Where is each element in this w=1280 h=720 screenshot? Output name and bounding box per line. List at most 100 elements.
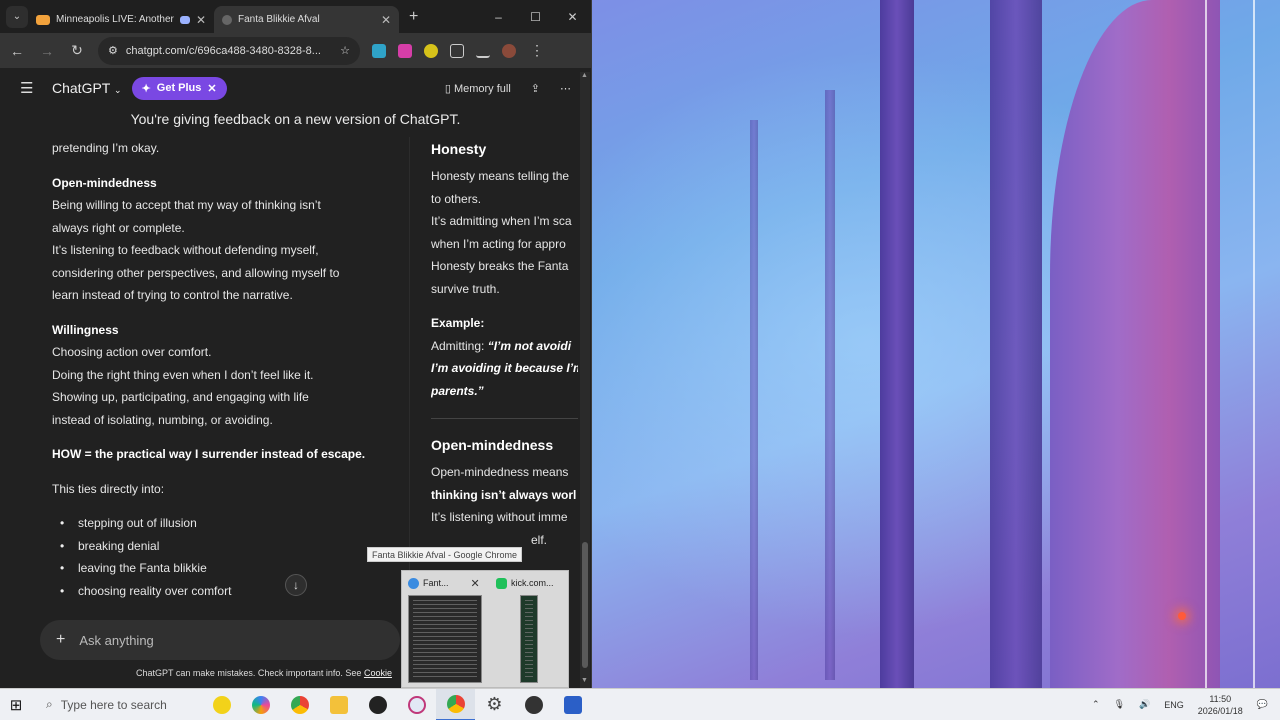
chrome-icon <box>408 577 419 589</box>
chevron-up-icon[interactable]: ⌃ <box>1092 699 1100 710</box>
tab-title: Fanta Blikkie Afval <box>238 14 320 25</box>
word-icon <box>563 695 582 714</box>
quote-line: “I’m not avoidi <box>487 338 572 353</box>
text-line: Doing the right thing even when I don’t … <box>52 367 314 382</box>
memory-label: Memory full <box>453 82 511 95</box>
close-preview-icon[interactable]: ✕ <box>471 577 480 590</box>
desktop-wallpaper <box>590 0 1280 688</box>
youtube-icon <box>36 14 50 25</box>
admit-label: Admitting: <box>431 338 485 353</box>
bookmark-star-icon[interactable]: ☆ <box>340 44 350 57</box>
back-icon[interactable]: ← <box>8 43 26 59</box>
how-statement: HOW = the practical way I surrender inst… <box>52 447 366 461</box>
browser-menu-icon[interactable]: ⋮ <box>528 42 546 59</box>
sidebar-toggle-icon[interactable]: ☰ <box>20 79 36 97</box>
taskbar-app-obs[interactable] <box>514 689 553 720</box>
text-line: It’s listening to feedback without defen… <box>52 243 319 257</box>
preview-item-fanta[interactable]: Fant... ✕ <box>408 575 480 591</box>
get-plus-button[interactable]: ✦ Get Plus ✕ <box>131 76 227 100</box>
maximize-button[interactable]: ☐ <box>517 10 554 24</box>
language-indicator[interactable]: ENG <box>1164 700 1184 710</box>
media-icon[interactable] <box>476 44 490 58</box>
kick-icon <box>496 577 507 589</box>
taskbar-app-sparkle[interactable] <box>202 689 241 720</box>
share-icon[interactable]: ⇪ <box>531 82 540 95</box>
taskbar-app-chrome-active[interactable] <box>436 688 475 720</box>
preview-thumbnail[interactable] <box>408 595 482 683</box>
taskbar-app-snipping[interactable] <box>397 689 436 720</box>
preview-thumbnail[interactable] <box>520 595 538 683</box>
forward-icon[interactable]: → <box>38 43 56 59</box>
wallpaper-tree <box>825 90 835 680</box>
preview-item-kick[interactable]: kick.com... <box>496 575 554 591</box>
memory-status[interactable]: ▯ Memory full <box>445 82 511 95</box>
list-item: stepping out of illusion <box>60 512 392 535</box>
tab-minneapolis[interactable]: Minneapolis LIVE: Another I ✕ <box>28 6 214 33</box>
taskbar-app-copilot[interactable] <box>241 689 280 720</box>
obs-icon <box>524 695 543 714</box>
composer[interactable]: + Ask anything <box>40 620 400 660</box>
cast-icon <box>179 15 190 24</box>
extension-icon[interactable] <box>398 43 412 58</box>
reload-icon[interactable]: ↻ <box>68 42 86 59</box>
example-label: Example: <box>431 316 485 330</box>
text-line: survive truth. <box>431 281 500 296</box>
tab-fanta[interactable]: Fanta Blikkie Afval ✕ <box>214 6 399 33</box>
text-line: thinking isn’t always worl <box>431 487 577 502</box>
chatgpt-icon <box>368 695 387 714</box>
text-line: considering other perspectives, and allo… <box>52 265 340 280</box>
windows-taskbar: ⊞ ⌕ Type here to search ⚙ ⌃ 🎙 🔊 ENG 11:5… <box>0 688 1280 720</box>
scroll-down-button[interactable]: ↓ <box>285 574 307 596</box>
close-window-button[interactable]: ✕ <box>554 10 591 24</box>
tab-search-button[interactable]: ⌄ <box>6 5 28 28</box>
scroll-up-arrow[interactable]: ▲ <box>581 72 588 79</box>
clock-time: 11:50 <box>1209 693 1232 704</box>
taskbar-app-word[interactable] <box>553 689 592 720</box>
preview-title: kick.com... <box>511 578 554 588</box>
more-options-icon[interactable]: ⋯ <box>560 82 571 95</box>
close-icon[interactable]: ✕ <box>207 82 216 95</box>
text-line: Being willing to accept that my way of t… <box>52 198 321 212</box>
close-tab-icon[interactable]: ✕ <box>381 13 391 27</box>
text-line: to others. <box>431 191 482 206</box>
new-tab-button[interactable]: + <box>409 8 418 26</box>
search-placeholder: Type here to search <box>60 697 167 712</box>
composer-input[interactable]: Ask anything <box>79 633 153 648</box>
preview-title: Fant... <box>423 578 449 588</box>
text-line: Choosing action over comfort. <box>52 345 212 359</box>
text-line: always right or complete. <box>52 220 185 235</box>
taskbar-app-explorer[interactable] <box>319 689 358 720</box>
system-tray: ⌃ 🎙 🔊 ENG 11:50 2026/01/18 💬 <box>1092 693 1280 717</box>
scroll-down-arrow[interactable]: ▼ <box>581 677 588 684</box>
extensions-puzzle-icon[interactable] <box>450 43 464 58</box>
taskbar-app-chatgpt[interactable] <box>358 689 397 720</box>
clock-date: 2026/01/18 <box>1197 705 1243 716</box>
header-actions: ▯ Memory full ⇪ ⋯ <box>445 82 571 95</box>
extension-icon[interactable] <box>372 43 386 58</box>
text-line: Showing up, participating, and engaging … <box>52 390 309 404</box>
microphone-icon[interactable]: 🎙 <box>1114 699 1125 710</box>
clock[interactable]: 11:50 2026/01/18 <box>1198 693 1243 717</box>
notification-icon[interactable]: 💬 <box>1257 699 1268 710</box>
scrollbar-thumb[interactable] <box>582 542 588 668</box>
windows-start-icon[interactable]: ⊞ <box>0 696 32 714</box>
arrow-down-icon: ↓ <box>293 578 299 592</box>
window-controls: – ☐ ✕ <box>480 0 591 33</box>
bullet-list: stepping out of illusion breaking denial… <box>52 512 392 602</box>
taskbar-app-settings[interactable]: ⚙ <box>475 689 514 720</box>
plus-icon[interactable]: + <box>56 631 65 649</box>
model-selector[interactable]: ChatGPT ⌄ <box>52 80 122 96</box>
extension-icon[interactable] <box>424 43 438 58</box>
page-scrollbar[interactable]: ▲ ▼ <box>580 72 590 688</box>
site-info-icon[interactable]: ⚙ <box>108 44 118 57</box>
disclaimer-text: ChatGPT can make mistakes. Check importa… <box>136 668 362 678</box>
minimize-button[interactable]: – <box>480 10 517 24</box>
cookie-link[interactable]: Cookie <box>364 668 392 678</box>
taskbar-app-chrome[interactable] <box>280 689 319 720</box>
profile-avatar-icon[interactable] <box>502 43 516 58</box>
taskbar-search[interactable]: ⌕ Type here to search <box>32 689 202 720</box>
volume-icon[interactable]: 🔊 <box>1139 699 1150 710</box>
address-bar[interactable]: ⚙ chatgpt.com/c/696ca488-3480-8328-8... … <box>98 36 360 65</box>
close-tab-icon[interactable]: ✕ <box>196 13 206 27</box>
quote-line: parents.” <box>431 383 484 398</box>
